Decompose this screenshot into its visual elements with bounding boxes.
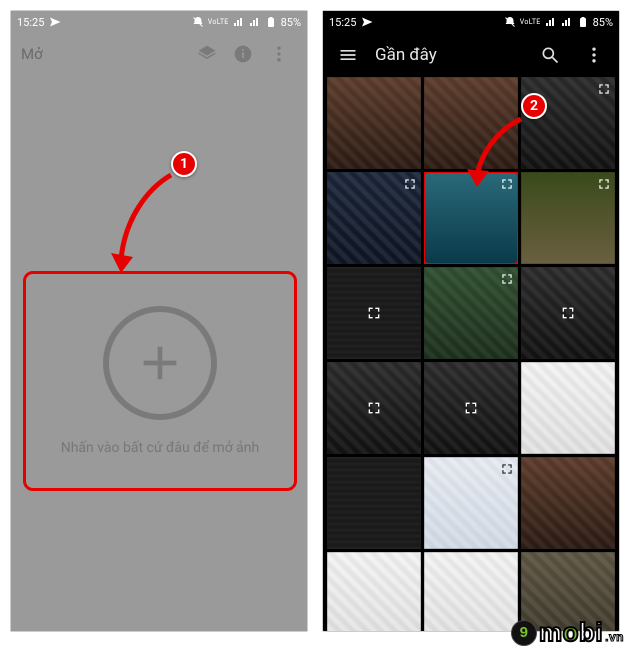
status-bar: 15:25 VoLTE	[323, 11, 619, 33]
search-button[interactable]	[533, 38, 567, 72]
fullscreen-icon	[366, 400, 382, 416]
battery-label: 85%	[281, 16, 301, 29]
thumbnail[interactable]	[424, 267, 518, 359]
open-hint-text: Nhấn vào bất cứ đâu để mở ảnh	[61, 440, 260, 456]
thumbnail[interactable]	[327, 457, 421, 549]
watermark: 9 mobi .vn	[511, 617, 624, 648]
thumbnail[interactable]	[424, 457, 518, 549]
fullscreen-icon	[500, 461, 514, 475]
screen-gallery: 15:25 VoLTE	[323, 11, 619, 631]
signal-icon-2	[561, 16, 573, 28]
overflow-button[interactable]	[577, 38, 611, 72]
battery-icon	[577, 16, 589, 28]
near-icon	[49, 16, 61, 28]
layers-button[interactable]	[189, 36, 225, 72]
thumbnail[interactable]	[521, 362, 615, 454]
thumbnail[interactable]	[521, 77, 615, 169]
battery-icon	[265, 16, 277, 28]
thumbnail[interactable]	[521, 267, 615, 359]
status-time: 15:25	[17, 16, 44, 29]
mute-icon	[504, 16, 516, 28]
plus-circle-icon	[103, 306, 217, 420]
watermark-logo: 9	[511, 620, 537, 646]
callout-1-arrow	[107, 169, 187, 279]
fullscreen-icon	[366, 305, 382, 321]
battery-label: 85%	[593, 16, 613, 29]
volte-label: VoLTE	[208, 19, 229, 26]
near-icon	[361, 16, 373, 28]
thumbnail[interactable]	[327, 362, 421, 454]
status-time: 15:25	[329, 16, 356, 29]
thumbnail[interactable]	[521, 457, 615, 549]
mute-icon	[192, 16, 204, 28]
watermark-suffix: .vn	[605, 630, 624, 648]
title-open: Mở	[21, 45, 189, 63]
fullscreen-icon	[500, 271, 514, 285]
fullscreen-icon	[597, 176, 611, 190]
topbar-open: Mở	[11, 33, 307, 75]
thumbnail[interactable]	[327, 267, 421, 359]
screen-open: 15:25 VoLTE	[11, 11, 307, 631]
thumbnail[interactable]	[424, 362, 518, 454]
open-image-target[interactable]: Nhấn vào bất cứ đâu để mở ảnh	[23, 271, 297, 491]
menu-button[interactable]	[331, 38, 365, 72]
thumbnail[interactable]	[327, 552, 421, 632]
signal-icon-2	[249, 16, 261, 28]
title-gallery: Gần đây	[375, 45, 523, 65]
status-bar: 15:25 VoLTE	[11, 11, 307, 33]
overflow-button[interactable]	[261, 36, 297, 72]
fullscreen-icon	[403, 176, 417, 190]
callout-2-arrow	[463, 113, 533, 193]
fullscreen-icon	[463, 400, 479, 416]
phone-right: 15:25 VoLTE	[322, 10, 620, 632]
thumbnail[interactable]	[521, 172, 615, 264]
signal-icon	[233, 16, 245, 28]
signal-icon	[545, 16, 557, 28]
thumbnail[interactable]	[424, 552, 518, 632]
callout-1: 1	[171, 151, 197, 177]
info-button[interactable]	[225, 36, 261, 72]
thumbnail[interactable]	[327, 77, 421, 169]
callout-2: 2	[521, 93, 547, 119]
topbar-gallery: Gần đây	[323, 33, 619, 77]
fullscreen-icon	[560, 305, 576, 321]
thumbnail[interactable]	[327, 172, 421, 264]
fullscreen-icon	[597, 81, 611, 95]
volte-label: VoLTE	[520, 19, 541, 26]
phone-left: 15:25 VoLTE	[10, 10, 308, 632]
